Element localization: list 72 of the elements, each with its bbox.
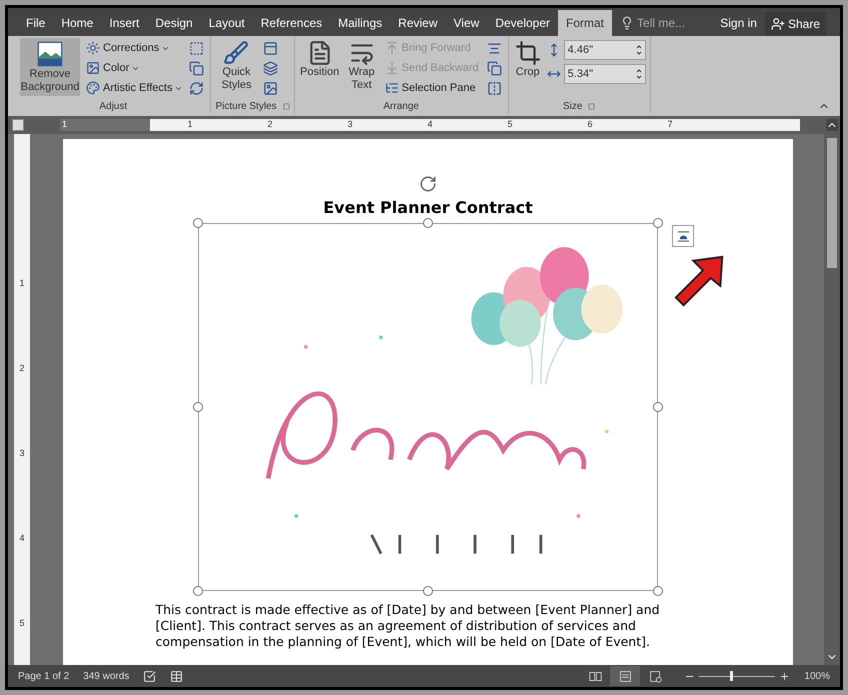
ribbon-tab[interactable]: Format [558, 10, 612, 36]
spinner-icon [636, 44, 642, 56]
resize-handle[interactable] [193, 586, 203, 596]
zoom-in-icon[interactable] [779, 670, 790, 682]
crop-icon [514, 40, 541, 66]
page-count[interactable]: Page 1 of 2 [18, 668, 70, 684]
ribbon-button[interactable]: Selection Pane [382, 78, 481, 98]
layout-options-button[interactable] [672, 225, 694, 247]
print-layout-icon [618, 670, 632, 682]
ribbon-tab[interactable]: References [252, 10, 330, 36]
proofing-icon[interactable] [143, 670, 156, 682]
ribbon-button[interactable]: Artistic Effects [84, 78, 174, 98]
ribbon-tab[interactable]: Developer [487, 10, 558, 36]
quick-styles-button[interactable]: Quick Styles [215, 38, 258, 99]
resize-handle[interactable] [423, 218, 433, 228]
ribbon-tab[interactable]: Home [53, 10, 102, 36]
share-button[interactable]: Share [764, 12, 826, 36]
ribbon-icon [384, 61, 399, 75]
resize-handle[interactable] [193, 218, 203, 228]
dialog-launcher-icon[interactable] [282, 103, 290, 110]
view-button[interactable] [610, 666, 640, 686]
ribbon-tab[interactable]: Insert [101, 10, 148, 36]
sign-in-link[interactable]: Sign in [712, 10, 765, 36]
scrollbar-thumb[interactable] [827, 138, 837, 268]
scroll-up-icon[interactable] [826, 119, 838, 131]
dialog-launcher-icon[interactable] [588, 103, 596, 110]
group-label: Adjust [99, 100, 128, 114]
resize-handle[interactable] [193, 402, 203, 412]
group-label: Size [562, 100, 582, 114]
group-label: Picture Styles [215, 100, 277, 114]
ribbon-button[interactable]: Color [84, 58, 132, 78]
crop-button[interactable]: Crop [512, 38, 543, 99]
ribbon-tab[interactable]: Layout [200, 10, 253, 36]
zoom-level[interactable]: 100% [804, 668, 830, 684]
ribbon-icon [384, 41, 399, 55]
group-label: Arrange [383, 100, 419, 114]
ribbon-icon [86, 41, 100, 55]
spinner-icon [636, 68, 642, 80]
ribbon-tab[interactable]: Mailings [330, 10, 390, 36]
horizontal-ruler: 1 1 2 3 4 5 6 7 [60, 119, 800, 131]
resize-handle[interactable] [653, 218, 663, 228]
layout-options-icon [676, 230, 690, 242]
resize-handle[interactable] [653, 402, 663, 412]
height-field[interactable]: 4.46" [564, 40, 646, 60]
ribbon-tab[interactable]: Review [390, 10, 446, 36]
resize-handle[interactable] [653, 586, 663, 596]
ribbon-tab[interactable]: File [18, 10, 54, 36]
landscape-picture-icon [36, 40, 64, 68]
remove-background-button[interactable]: Remove Background [20, 38, 80, 96]
wrap-text-button[interactable]: Wrap Text [344, 38, 379, 99]
contract-paragraph: This contract is made effective as of [Date] by and between [Event Planner] and [Client]. This contract serves as an agreement of distribution of services and compensation in the planning of [Event], which will be held on [Date of Event]. [156, 602, 661, 650]
word-count[interactable]: 349 words [83, 668, 130, 684]
ribbon-icon [86, 81, 100, 95]
slider-thumb[interactable] [730, 671, 733, 681]
read-mode-icon [588, 670, 602, 682]
rotate-handle-icon[interactable] [419, 175, 437, 193]
width-field[interactable]: 5.34" [564, 64, 646, 84]
vertical-ruler: 1 2 3 4 5 [14, 134, 30, 665]
position-button[interactable]: Position [298, 38, 341, 99]
ribbon-icon [86, 61, 100, 75]
resize-handle[interactable] [423, 586, 433, 596]
ribbon-tab[interactable]: Design [147, 10, 201, 36]
ribbon-icon [384, 81, 399, 95]
web-layout-icon [648, 670, 662, 682]
tell-me-field[interactable]: Tell me... [637, 14, 708, 32]
tab-selector[interactable] [12, 119, 24, 131]
ribbon-tab[interactable]: View [446, 10, 488, 36]
paintbrush-picture-icon [223, 40, 250, 66]
document-title: Event Planner Contract [323, 199, 533, 217]
user-add-icon [770, 17, 785, 31]
ribbon-button[interactable]: Corrections [84, 38, 162, 58]
zoom-slider[interactable] [699, 671, 776, 681]
